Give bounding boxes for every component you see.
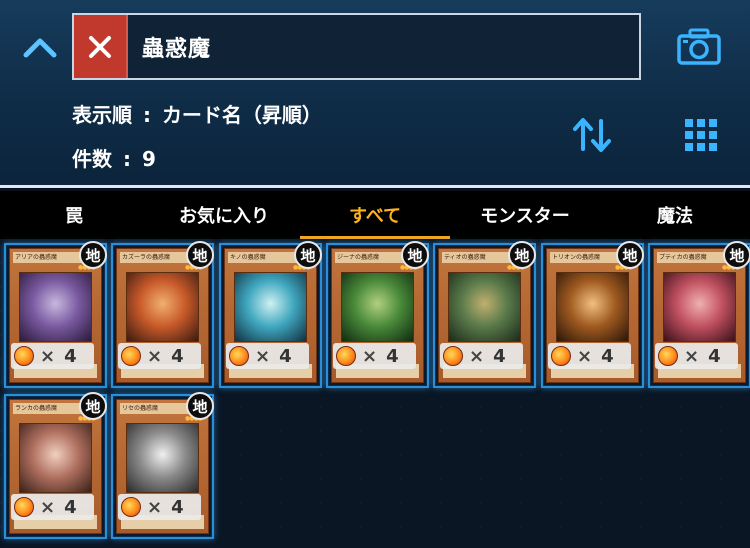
orb-icon bbox=[14, 497, 34, 517]
count-number: 4 bbox=[171, 496, 184, 518]
card-count: × 4 bbox=[118, 343, 201, 369]
grid-view-icon bbox=[685, 119, 717, 151]
card-slot[interactable]: アリアの蟲惑魔●●●●地×4 bbox=[4, 241, 107, 388]
count-number: 4 bbox=[708, 345, 721, 367]
screenshot-button[interactable] bbox=[676, 27, 722, 67]
card-slot[interactable]: プティカの蟲惑魔●●●●地×4 bbox=[648, 241, 750, 388]
chevron-up-icon bbox=[23, 38, 57, 58]
orb-icon bbox=[121, 346, 141, 366]
grid-view-button[interactable] bbox=[682, 116, 720, 154]
attribute-badge: 地 bbox=[79, 392, 107, 420]
card-artwork bbox=[663, 272, 736, 342]
count-number: 4 bbox=[601, 345, 614, 367]
card-count: × 4 bbox=[226, 343, 309, 369]
orb-icon bbox=[336, 346, 356, 366]
category-tabs: 罠 お気に入り すべて モンスター 魔法 bbox=[0, 191, 750, 239]
header: 蟲惑魔 表示順 : カード名（昇順） 件数 : 9 bbox=[0, 0, 750, 188]
count-times: × bbox=[40, 345, 56, 367]
tab-label: モンスター bbox=[480, 206, 570, 227]
count-value: 9 bbox=[141, 147, 156, 171]
count-number: 4 bbox=[493, 345, 506, 367]
attribute-badge: 地 bbox=[294, 241, 322, 269]
count-number: 4 bbox=[64, 345, 77, 367]
attribute-badge: 地 bbox=[79, 241, 107, 269]
orb-icon bbox=[443, 346, 463, 366]
card-slot[interactable]: リセの蟲惑魔●●●●地×4 bbox=[111, 392, 214, 539]
search-box[interactable]: 蟲惑魔 bbox=[72, 13, 641, 80]
card-slot[interactable]: ジーナの蟲惑魔●●●●地×4 bbox=[326, 241, 429, 388]
card-artwork bbox=[341, 272, 414, 342]
orb-icon bbox=[658, 346, 678, 366]
card-slot[interactable]: ティオの蟲惑魔●●●●地×4 bbox=[433, 241, 536, 388]
card-grid: アリアの蟲惑魔●●●●地×4カズーラの蟲惑魔●●●●地×4キノの蟲惑魔●●●●地… bbox=[0, 239, 750, 548]
count-times: × bbox=[577, 345, 593, 367]
card-slot[interactable]: ランカの蟲惑魔●●●●地×4 bbox=[4, 392, 107, 539]
orb-icon bbox=[551, 346, 571, 366]
sort-order-label: 表示順 : カード名（昇順） bbox=[72, 99, 322, 128]
tab-all[interactable]: すべて bbox=[300, 191, 450, 239]
card-count: × 4 bbox=[11, 494, 94, 520]
count-separator: : bbox=[122, 147, 131, 171]
card-artwork bbox=[448, 272, 521, 342]
card-count: × 4 bbox=[440, 343, 523, 369]
clear-search-button[interactable] bbox=[74, 15, 128, 78]
count-times: × bbox=[40, 496, 56, 518]
orb-icon bbox=[14, 346, 34, 366]
count-times: × bbox=[147, 345, 163, 367]
card-slot[interactable]: キノの蟲惑魔●●●●地×4 bbox=[219, 241, 322, 388]
card-artwork bbox=[19, 272, 92, 342]
tab-monster[interactable]: モンスター bbox=[450, 191, 600, 239]
tab-label: すべて bbox=[348, 206, 402, 227]
sort-value: カード名（昇順） bbox=[161, 103, 322, 127]
camera-icon bbox=[677, 28, 721, 65]
tab-trap[interactable]: 罠 bbox=[0, 191, 148, 239]
tab-label: お気に入り bbox=[179, 206, 269, 227]
count-number: 4 bbox=[279, 345, 292, 367]
count-times: × bbox=[684, 345, 700, 367]
attribute-badge: 地 bbox=[616, 241, 644, 269]
count-number: 4 bbox=[171, 345, 184, 367]
search-value: 蟲惑魔 bbox=[142, 36, 212, 62]
card-count: × 4 bbox=[548, 343, 631, 369]
card-count: × 4 bbox=[333, 343, 416, 369]
sort-separator: : bbox=[142, 103, 151, 127]
orb-icon bbox=[121, 497, 141, 517]
card-artwork bbox=[126, 423, 199, 493]
tab-label: 魔法 bbox=[657, 206, 693, 227]
count-times: × bbox=[255, 345, 271, 367]
card-slot[interactable]: トリオンの蟲惑魔●●●●地×4 bbox=[541, 241, 644, 388]
card-artwork bbox=[234, 272, 307, 342]
count-times: × bbox=[147, 496, 163, 518]
attribute-badge: 地 bbox=[186, 241, 214, 269]
card-artwork bbox=[126, 272, 199, 342]
card-artwork bbox=[556, 272, 629, 342]
result-count-label: 件数 : 9 bbox=[72, 143, 156, 172]
card-count: × 4 bbox=[11, 343, 94, 369]
count-label: 件数 bbox=[72, 147, 112, 171]
card-slot[interactable]: カズーラの蟲惑魔●●●●地×4 bbox=[111, 241, 214, 388]
card-artwork bbox=[19, 423, 92, 493]
sort-label: 表示順 bbox=[72, 103, 132, 127]
tab-label: 罠 bbox=[65, 206, 83, 227]
attribute-badge: 地 bbox=[401, 241, 429, 269]
attribute-badge: 地 bbox=[508, 241, 536, 269]
tab-favorites[interactable]: お気に入り bbox=[148, 191, 300, 239]
card-count: × 4 bbox=[655, 343, 738, 369]
collapse-button[interactable] bbox=[18, 28, 62, 66]
sort-direction-icon bbox=[573, 118, 611, 152]
attribute-badge: 地 bbox=[723, 241, 750, 269]
count-times: × bbox=[469, 345, 485, 367]
close-icon bbox=[89, 35, 111, 58]
count-times: × bbox=[362, 345, 378, 367]
attribute-badge: 地 bbox=[186, 392, 214, 420]
card-count: × 4 bbox=[118, 494, 201, 520]
tab-spell[interactable]: 魔法 bbox=[600, 191, 750, 239]
count-number: 4 bbox=[64, 496, 77, 518]
count-number: 4 bbox=[386, 345, 399, 367]
sort-direction-button[interactable] bbox=[570, 113, 614, 157]
orb-icon bbox=[229, 346, 249, 366]
